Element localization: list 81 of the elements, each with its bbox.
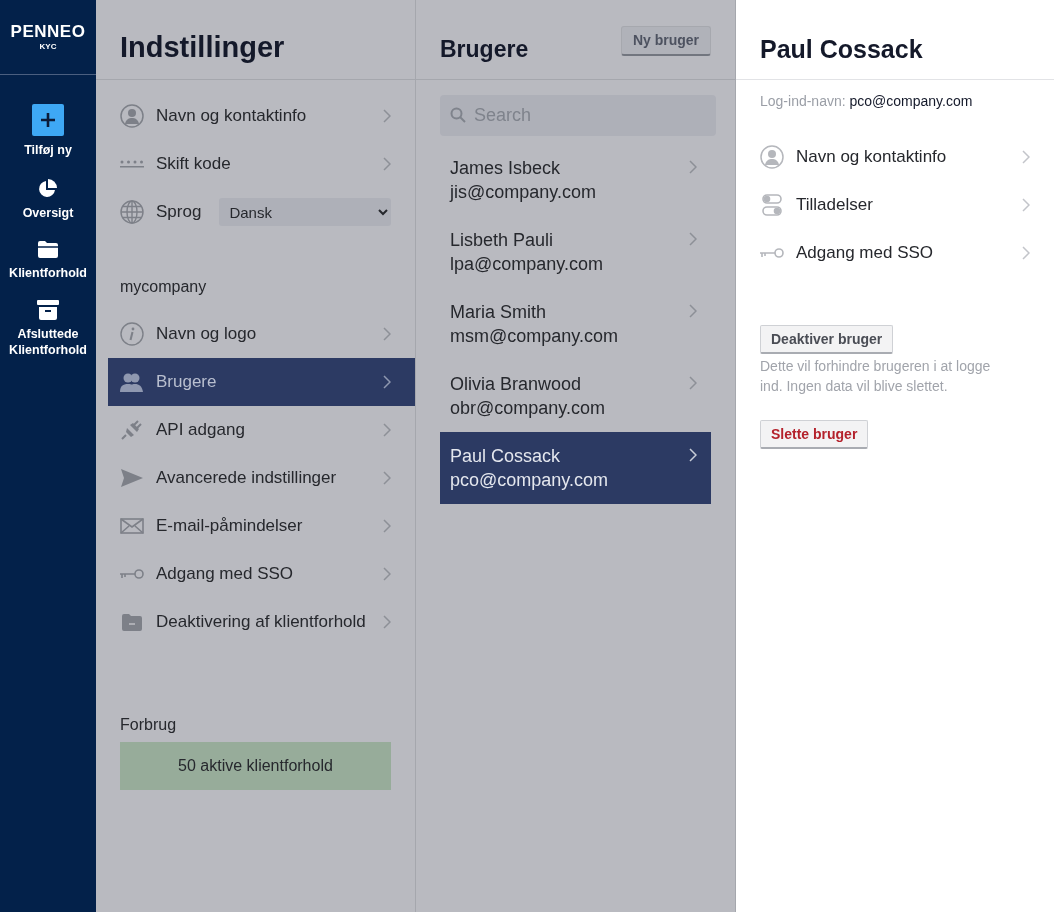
language-select[interactable]: Dansk [219,198,391,226]
chevron-icon [1022,246,1030,260]
chevron-icon [1022,150,1030,164]
user-name: Maria Smith [450,301,548,324]
menu-item[interactable]: E-mail-påmindelser [108,502,415,550]
chevron-icon [383,519,391,533]
section-heading: Forbrug [120,716,178,734]
user-name: Paul Cossack [450,445,562,468]
user-row[interactable]: Olivia Branwood obr@company.com [440,360,711,432]
chevron-icon [689,232,697,246]
menu-item[interactable]: Adgang med SSO [736,229,1054,277]
menu-item[interactable]: API adgang [108,406,415,454]
user-row[interactable]: Paul Cossack pco@company.com [440,432,711,504]
chevron-icon [689,304,697,318]
user-row[interactable]: James Isbeck jis@company.com [440,144,711,216]
user-name: Olivia Branwood [450,373,583,396]
logo-subtitle: KYC [39,42,57,51]
panel-title: Brugere [440,36,529,63]
menu-item[interactable]: Navn og kontaktinfo [108,92,415,140]
info-icon [120,322,144,346]
password-dots-icon [120,160,144,168]
chevron-icon [383,471,391,485]
chevron-icon [689,160,697,174]
user-name: Lisbeth Pauli [450,229,555,252]
logo-text: PENNEO [10,23,86,40]
chevron-icon [689,448,697,462]
mail-icon [120,518,144,534]
usage-summary: 50 aktive klientforhold [120,742,391,790]
login-value: pco@company.com [849,93,973,109]
menu-item[interactable]: Brugere [108,358,415,406]
user-title: Paul Cossack [760,35,923,64]
key-icon [120,568,144,580]
nav-item[interactable]: Oversigt [3,205,93,221]
users-icon [120,372,144,392]
chevron-icon [383,567,391,581]
help-text: Dette vil forhindre brugeren i at logge ind. Ingen data vil blive slettet. [760,357,992,396]
page-title: Indstillinger [120,31,285,64]
send-icon [121,469,143,487]
menu-item[interactable]: Deaktivering af klientforhold [108,598,415,646]
toggles-icon [762,194,782,216]
user-email: msm@company.com [450,325,619,348]
person-icon [760,145,784,169]
menu-item[interactable]: Tilladelser [736,181,1054,229]
menu-item[interactable]: Skift kode [108,140,415,188]
user-row[interactable]: Maria Smith msm@company.com [440,288,711,360]
menu-item[interactable]: Avancerede indstillinger [108,454,415,502]
user-email: obr@company.com [450,397,606,420]
add-icon[interactable] [32,104,64,136]
chevron-icon [383,423,391,437]
nav-item[interactable]: Klientforhold [3,265,93,281]
nav-item[interactable]: Afsluttede Klientforhold [3,326,93,358]
user-email: pco@company.com [450,469,609,492]
chevron-icon [383,327,391,341]
chevron-icon [383,109,391,123]
plug-icon [121,419,143,441]
key-icon [760,247,784,259]
folder-icon[interactable] [37,240,59,259]
field-label: Sprog [156,202,202,222]
archive-icon[interactable] [37,300,59,320]
person-icon [120,104,144,128]
chevron-icon [689,376,697,390]
user-row[interactable]: Lisbeth Pauli lpa@company.com [440,216,711,288]
menu-item[interactable]: Navn og logo [108,310,415,358]
login-label: Log-ind-navn: [760,93,846,109]
chevron-icon [383,375,391,389]
globe-icon [120,200,144,224]
chevron-icon [1022,198,1030,212]
section-heading: mycompany [120,278,207,295]
new-user-button[interactable]: Ny bruger [620,25,711,56]
nav-item[interactable]: Tilføj ny [3,142,93,158]
user-email: jis@company.com [450,181,597,204]
chevron-icon [383,157,391,171]
menu-item[interactable]: Adgang med SSO [108,550,415,598]
folder-minus-icon [121,612,143,632]
pie-chart-icon[interactable] [37,177,59,199]
delete-button[interactable]: Slette bruger [760,420,869,449]
user-name: James Isbeck [450,157,562,180]
user-email: lpa@company.com [450,253,604,276]
chevron-icon [383,615,391,629]
menu-item[interactable]: Navn og kontaktinfo [736,133,1054,181]
deactivate-button[interactable]: Deaktiver bruger [760,325,894,354]
